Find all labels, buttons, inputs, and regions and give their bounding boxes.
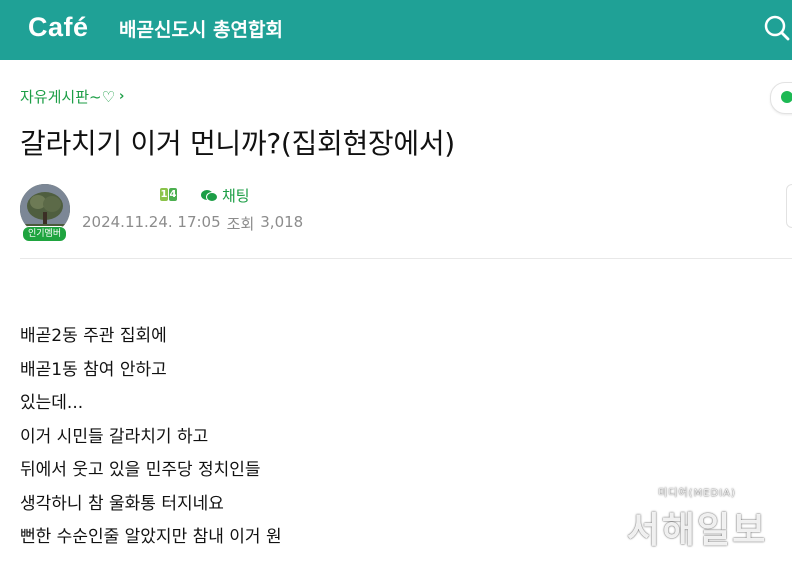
chat-label: 채팅 bbox=[222, 187, 250, 205]
search-icon[interactable] bbox=[760, 12, 792, 44]
watermark: 미디어(MEDIA) 서해일보 bbox=[622, 484, 772, 553]
body-line: 배곧1동 참여 안하고 bbox=[20, 359, 167, 380]
board-link-label: 자유게시판~♡ bbox=[20, 88, 116, 106]
popular-member-badge: 인기멤버 bbox=[22, 226, 68, 242]
author-name[interactable] bbox=[82, 185, 142, 201]
chat-button[interactable]: 채팅 bbox=[200, 185, 250, 206]
watermark-title: 서해일보 bbox=[626, 510, 768, 551]
post-meta: 2024.11.24. 17:05 조회 3,018 bbox=[82, 213, 303, 234]
chevron-right-icon: › bbox=[119, 89, 125, 104]
cafe-name[interactable]: 배곧신도시 총연합회 bbox=[119, 15, 283, 42]
chat-bubble-icon bbox=[201, 189, 218, 202]
level-badge-digit-1: 1 bbox=[160, 188, 168, 201]
body-line: 배곧2동 주관 집회에 bbox=[20, 326, 167, 346]
body-line: 뻔한 수순인줄 알았지만 참내 이거 원 bbox=[20, 527, 282, 547]
divider bbox=[20, 258, 792, 259]
post-date: 2024.11.24. 17:05 bbox=[82, 213, 221, 231]
side-card[interactable] bbox=[786, 184, 792, 228]
views-label: 조회 bbox=[226, 215, 255, 233]
side-action-button[interactable] bbox=[770, 82, 792, 114]
body-line: 있는데... bbox=[20, 393, 84, 413]
post-body: 배곧2동 주관 집회에 배곧1동 참여 안하고 있는데... 이거 시민들 갈라… bbox=[20, 322, 282, 557]
body-line: 뒤에서 웃고 있을 민주당 정치인들 bbox=[20, 460, 261, 480]
cafe-logo[interactable]: Café bbox=[28, 12, 89, 43]
post-title: 갈라치기 이거 먼니까?(집회현장에서) bbox=[20, 127, 455, 160]
board-link[interactable]: 자유게시판~♡ › bbox=[20, 86, 124, 107]
app-icon bbox=[781, 91, 792, 103]
level-badge: 1 4 bbox=[160, 188, 177, 201]
body-line: 생각하니 참 울화통 터지네요 bbox=[20, 493, 224, 514]
level-badge-digit-2: 4 bbox=[169, 188, 177, 201]
watermark-subtitle: 미디어(MEDIA) bbox=[658, 488, 736, 499]
top-bar: Café 배곧신도시 총연합회 bbox=[0, 0, 792, 60]
views-count: 3,018 bbox=[260, 213, 304, 231]
body-line: 이거 시민들 갈라치기 하고 bbox=[20, 426, 209, 447]
